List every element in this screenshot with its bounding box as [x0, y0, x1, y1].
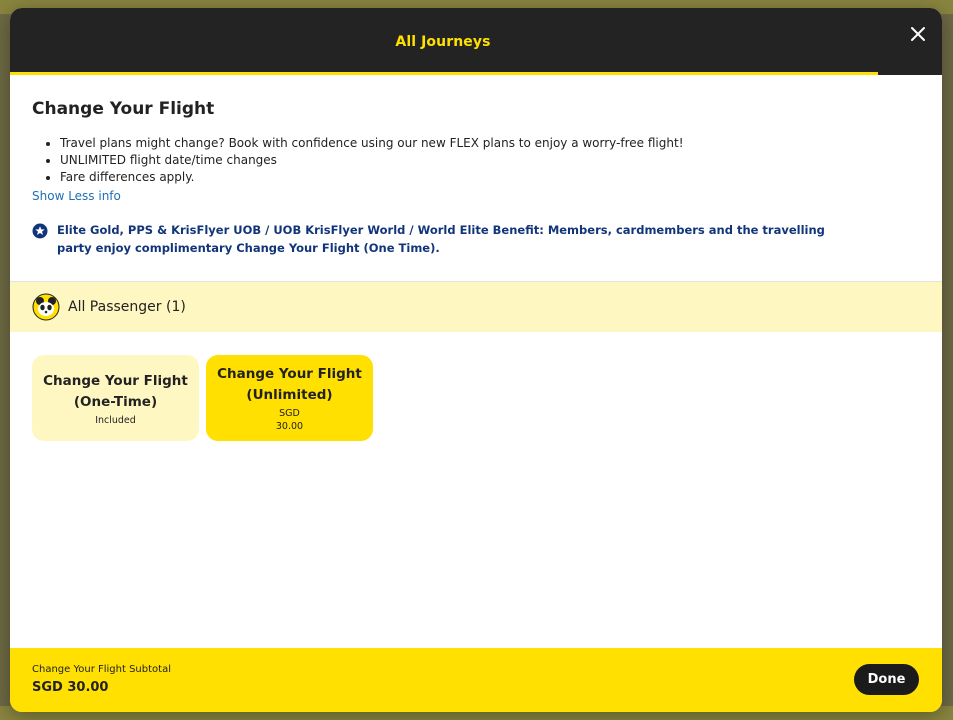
- passenger-mascot-icon: [32, 293, 60, 321]
- modal-header: All Journeys: [10, 8, 942, 75]
- option-currency: SGD: [279, 408, 300, 419]
- list-item: Fare differences apply.: [60, 169, 684, 186]
- close-icon[interactable]: [906, 22, 930, 46]
- option-title: Change Your Flight: [43, 372, 188, 389]
- section-title: Change Your Flight: [32, 99, 215, 119]
- member-benefit-note: Elite Gold, PPS & KrisFlyer UOB / UOB Kr…: [32, 221, 892, 257]
- active-tab-underline: [10, 72, 878, 75]
- show-less-info-link[interactable]: Show Less info: [32, 189, 121, 203]
- done-button[interactable]: Done: [854, 664, 919, 695]
- feature-list: Travel plans might change? Book with con…: [60, 135, 684, 186]
- flight-change-modal: All Journeys Change Your Flight Travel p…: [10, 8, 942, 712]
- option-subtitle: Included: [95, 414, 136, 426]
- subtotal-label: Change Your Flight Subtotal: [32, 664, 171, 675]
- modal-title[interactable]: All Journeys: [10, 8, 876, 75]
- option-title: Change Your Flight: [217, 366, 362, 382]
- option-card-unlimited[interactable]: Change Your Flight (Unlimited) SGD 30.00: [206, 355, 373, 441]
- modal-footer: Change Your Flight Subtotal SGD 30.00 Do…: [10, 648, 942, 712]
- list-item: UNLIMITED flight date/time changes: [60, 152, 684, 169]
- list-item: Travel plans might change? Book with con…: [60, 135, 684, 152]
- passenger-band: All Passenger (1): [10, 282, 942, 332]
- option-title-variant: (Unlimited): [246, 387, 333, 403]
- option-price: 30.00: [275, 421, 304, 432]
- option-card-one-time[interactable]: Change Your Flight (One-Time) Included: [32, 355, 199, 441]
- subtotal-value: SGD 30.00: [32, 680, 109, 695]
- passenger-label: All Passenger (1): [68, 299, 186, 315]
- benefit-text: Elite Gold, PPS & KrisFlyer UOB / UOB Kr…: [57, 223, 825, 255]
- option-title-variant: (One-Time): [73, 393, 158, 410]
- star-badge-icon: [32, 223, 48, 239]
